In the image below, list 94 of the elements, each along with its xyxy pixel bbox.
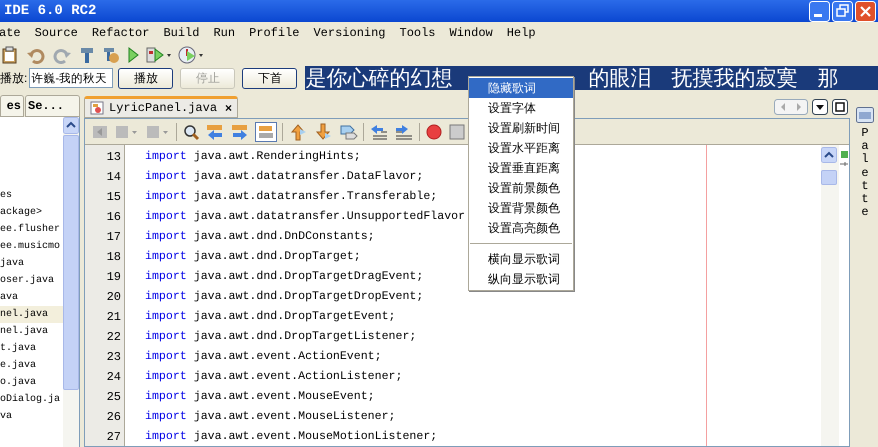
code-keyword: import xyxy=(145,150,187,163)
tree-item[interactable]: t.java xyxy=(0,340,63,357)
window-title: IDE 6.0 RC2 xyxy=(3,2,98,20)
code-text: java.awt.dnd.DropTargetListener; xyxy=(194,330,416,343)
line-number: 18 xyxy=(106,249,121,266)
code-text: java.awt.event.MouseListener; xyxy=(194,410,396,423)
menu-item[interactable]: Run xyxy=(213,24,236,42)
code-text: java.awt.RenderingHints; xyxy=(194,150,361,163)
code-keyword: import xyxy=(145,190,187,203)
line-number: 26 xyxy=(106,409,121,426)
code-keyword: import xyxy=(145,410,187,423)
menu-item[interactable]: 设置垂直距离 xyxy=(469,158,573,178)
player-button[interactable]: 下首 xyxy=(242,68,298,88)
tree-item[interactable]: oser.java xyxy=(0,272,63,289)
tree-item[interactable]: va xyxy=(0,408,63,425)
menu-item[interactable]: Profile xyxy=(249,24,300,42)
line-number: 16 xyxy=(106,209,121,226)
panel-tab[interactable]: Se... xyxy=(25,95,80,117)
song-field[interactable]: 许巍-我的秋天 xyxy=(29,68,114,88)
code-keyword: import xyxy=(145,330,187,343)
code-text: java.awt.event.MouseEvent; xyxy=(194,390,375,403)
menu-item[interactable]: ate xyxy=(0,24,21,42)
code-text: java.awt.datatransfer.DataFlavor; xyxy=(194,170,424,183)
code-keyword: import xyxy=(145,170,187,183)
menu-item[interactable]: 隐藏歌词 xyxy=(469,78,573,98)
tree-item[interactable]: nel.java xyxy=(0,323,63,340)
line-number: 27 xyxy=(106,429,121,446)
menu-item[interactable]: 设置水平距离 xyxy=(469,138,573,158)
code-keyword: import xyxy=(145,430,187,443)
tree-item[interactable]: ee.flusher xyxy=(0,221,63,238)
tab-close-button[interactable]: × xyxy=(225,99,232,117)
tab-label: LyricPanel.java xyxy=(109,100,218,117)
menu-item[interactable]: 横向显示歌词 xyxy=(469,249,573,269)
menu-item[interactable]: 纵向显示歌词 xyxy=(469,269,573,289)
line-number: 24 xyxy=(106,369,121,386)
lyric-text: 的眼泪 xyxy=(588,66,652,90)
code-text: java.awt.event.MouseMotionListener; xyxy=(194,430,438,443)
line-number: 14 xyxy=(106,169,121,186)
line-number: 13 xyxy=(106,149,121,166)
code-text: java.awt.dnd.DropTargetDropEvent; xyxy=(194,290,424,303)
code-text: java.awt.event.ActionListener; xyxy=(194,370,402,383)
code-keyword: import xyxy=(145,310,187,323)
editor-tab[interactable]: LyricPanel.java × xyxy=(84,96,238,118)
code-keyword: import xyxy=(145,210,187,223)
player-button[interactable]: 播放 xyxy=(118,68,174,88)
code-keyword: import xyxy=(145,230,187,243)
tree-item[interactable]: ava xyxy=(0,289,63,306)
code-text: java.awt.datatransfer.UnsupportedFlavor xyxy=(194,210,466,223)
lyric-text: 是你心碎的幻想 xyxy=(305,66,452,90)
lyric-text: 那 xyxy=(817,66,838,90)
menu-item[interactable]: Window xyxy=(450,24,493,42)
panel-tab[interactable]: es xyxy=(0,95,24,117)
line-number: 23 xyxy=(106,349,121,366)
code-keyword: import xyxy=(145,370,187,383)
menu-item[interactable]: 设置前景颜色 xyxy=(469,178,573,198)
tree-item[interactable]: ackage> xyxy=(0,204,63,221)
menu-item[interactable]: Refactor xyxy=(92,24,150,42)
line-number: 22 xyxy=(106,329,121,346)
menu-item[interactable]: Tools xyxy=(400,24,436,42)
code-text: java.awt.datatransfer.Transferable; xyxy=(194,190,438,203)
line-number: 15 xyxy=(106,189,121,206)
code-keyword: import xyxy=(145,250,187,263)
menu-item[interactable]: Versioning xyxy=(313,24,386,42)
menu-item[interactable]: Help xyxy=(506,24,536,42)
code-keyword: import xyxy=(145,390,187,403)
tree-item[interactable]: oDialog.ja xyxy=(0,391,63,408)
player-label: 播放: xyxy=(0,70,28,87)
tree-item[interactable]: o.java xyxy=(0,374,63,391)
code-keyword: import xyxy=(145,350,187,363)
palette-label[interactable]: Palette xyxy=(859,127,871,220)
menu-item[interactable]: 设置背景颜色 xyxy=(469,198,573,218)
menu-item[interactable]: 设置高亮颜色 xyxy=(469,218,573,238)
code-text: java.awt.dnd.DropTargetDragEvent; xyxy=(194,270,424,283)
tree-item[interactable]: nel.java xyxy=(0,306,63,323)
tree-item[interactable]: ee.musicmo xyxy=(0,238,63,255)
code-text: java.awt.dnd.DropTargetEvent; xyxy=(194,310,396,323)
menu-item[interactable]: 设置刷新时间 xyxy=(469,118,573,138)
line-number: 25 xyxy=(106,389,121,406)
line-number: 21 xyxy=(106,309,121,326)
tree-item[interactable]: es xyxy=(0,187,63,204)
code-keyword: import xyxy=(145,270,187,283)
lyric-text: 抚摸我的寂寞 xyxy=(671,66,798,90)
line-number: 20 xyxy=(106,289,121,306)
menu-item[interactable]: Source xyxy=(34,24,78,42)
code-keyword: import xyxy=(145,290,187,303)
code-text: java.awt.event.ActionEvent; xyxy=(194,350,382,363)
tree-item[interactable]: e.java xyxy=(0,357,63,374)
code-text: java.awt.dnd.DnDConstants; xyxy=(194,230,375,243)
menu-item[interactable]: Build xyxy=(163,24,200,42)
tree-item[interactable]: java xyxy=(0,255,63,272)
menu-item[interactable]: 设置字体 xyxy=(469,98,573,118)
code-text: java.awt.dnd.DropTarget; xyxy=(194,250,361,263)
line-number: 17 xyxy=(106,229,121,246)
line-number: 19 xyxy=(106,269,121,286)
